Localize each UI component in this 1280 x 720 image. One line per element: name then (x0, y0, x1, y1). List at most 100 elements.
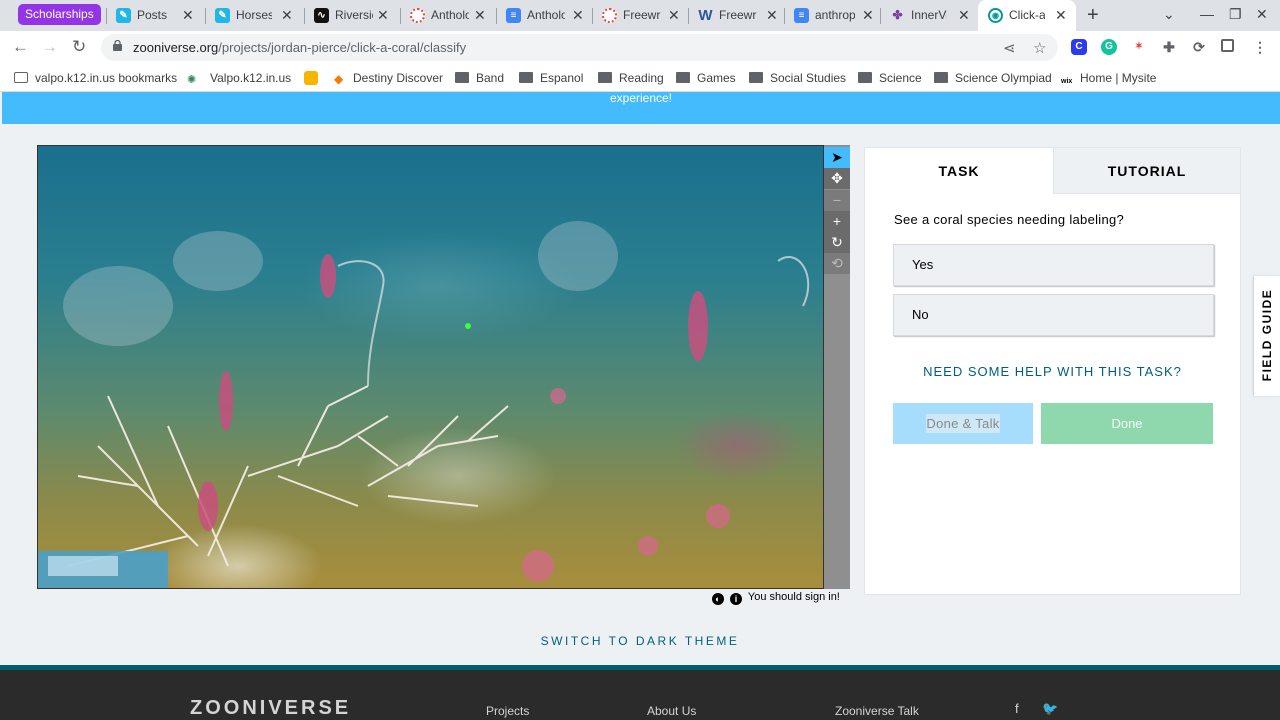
bookmark-folder[interactable]: Reading (598, 71, 664, 85)
extension-colors-icon[interactable]: ✶ (1131, 39, 1147, 55)
zooniverse-logo[interactable]: ZOONIVERSE (190, 697, 351, 720)
side-panel-icon[interactable] (1221, 39, 1234, 52)
url-text: zooniverse.org/projects/jordan-pierce/cl… (133, 40, 466, 55)
answer-no-button[interactable]: No (893, 294, 1214, 336)
done-button[interactable]: Done (1041, 403, 1213, 444)
browser-tab[interactable]: ∿ Riversic ✕ (304, 0, 400, 31)
menu-kebab-icon[interactable]: ⋮ (1252, 39, 1268, 55)
window-close-icon[interactable]: ✕ (1256, 6, 1268, 23)
announcement-banner: experience! (2, 92, 1280, 124)
tab-task[interactable]: TASK (865, 148, 1053, 194)
url-path: /projects/jordan-pierce/click-a-coral/cl… (218, 40, 467, 55)
footer-link-about[interactable]: About Us (647, 704, 696, 718)
tab-title: Antholo (431, 8, 469, 22)
sync-icon[interactable]: ⟳ (1191, 39, 1207, 55)
document-icon: ✎ (116, 8, 131, 23)
tab-title: Horses (236, 8, 272, 22)
browser-tab[interactable]: ≡ anthrop ✕ (784, 0, 880, 31)
new-tab-button[interactable]: + (1087, 4, 1099, 26)
bookmarks-bar: valpo.k12.in.us bookmarks ✺ Valpo.k12.in.… (0, 64, 1280, 92)
close-icon[interactable]: ✕ (474, 0, 486, 31)
bookmark-folder[interactable]: Social Studies (749, 71, 846, 85)
tab-title: Click-a (1009, 8, 1045, 22)
destiny-icon: ◆ (334, 72, 344, 86)
zoom-in-icon[interactable]: + (824, 211, 850, 232)
twitter-icon[interactable]: 🐦 (1042, 701, 1058, 717)
task-panel: TASK TUTORIAL See a coral species needin… (864, 147, 1241, 595)
zoom-out-icon[interactable]: − (824, 190, 850, 211)
folder-icon (858, 72, 872, 83)
browser-tab[interactable]: ✤ InnerVi ✕ (880, 0, 976, 31)
restore-icon[interactable]: ❐ (1229, 6, 1242, 23)
extension-c-icon[interactable]: C (1071, 39, 1087, 55)
bookmark-item[interactable]: ◆ Destiny Discover (334, 71, 443, 86)
bookmark-label: Science (879, 71, 922, 85)
browser-tab[interactable]: W Freewri ✕ (688, 0, 784, 31)
close-icon[interactable]: ✕ (572, 0, 584, 31)
answer-yes-button[interactable]: Yes (893, 244, 1214, 286)
reload-icon[interactable]: ↻ (72, 37, 86, 57)
browser-tab[interactable]: ✎ Horses ✕ (205, 0, 304, 31)
bookmark-label: valpo.k12.in.us bookmarks (35, 71, 178, 85)
bookmark-item[interactable]: valpo.k12.in.us bookmarks (14, 71, 177, 85)
docs-icon: ≡ (794, 8, 809, 23)
rotate-icon[interactable]: ↻ (824, 232, 850, 253)
tab-search-chevron-icon[interactable]: ⌄ (1163, 6, 1175, 23)
tab-group-scholarships[interactable]: Scholarships (18, 4, 101, 25)
bookmark-label: Social Studies (770, 71, 847, 85)
close-icon[interactable]: ✕ (281, 0, 293, 31)
footer-link-projects[interactable]: Projects (486, 704, 529, 718)
url-host: zooniverse.org (133, 40, 219, 55)
bookmark-folder[interactable]: Games (676, 71, 736, 85)
tab-separator (496, 8, 497, 24)
wave-icon: ∿ (314, 8, 329, 23)
close-icon[interactable]: ✕ (958, 0, 970, 31)
bookmark-item[interactable]: ✺ Valpo.k12.in.us (187, 71, 291, 86)
puzzle-icon[interactable]: ✚ (1161, 39, 1177, 55)
invert-contrast-icon[interactable]: ◐ (712, 593, 724, 605)
task-help-link[interactable]: NEED SOME HELP WITH THIS TASK? (865, 364, 1240, 379)
field-guide-tab[interactable]: FIELD GUIDE (1254, 276, 1280, 396)
info-icon[interactable]: i (730, 593, 743, 605)
close-icon[interactable]: ✕ (668, 0, 680, 31)
tab-separator (304, 8, 305, 24)
close-icon[interactable]: ✕ (862, 0, 874, 31)
close-icon[interactable]: ✕ (1055, 0, 1067, 31)
grammarly-icon[interactable]: G (1101, 39, 1117, 55)
bookmark-item[interactable]: wix Home | Mysite (1061, 71, 1156, 89)
browser-tab[interactable]: Freewri ✕ (592, 0, 688, 31)
minimize-icon[interactable]: — (1200, 6, 1214, 22)
back-arrow-icon[interactable]: ← (12, 37, 29, 57)
close-icon[interactable]: ✕ (377, 0, 389, 31)
done-and-talk-label: Done & Talk (926, 414, 1000, 433)
switch-theme-button[interactable]: SWITCH TO DARK THEME (0, 634, 1280, 648)
coral-scene-illustration (38, 221, 810, 588)
bookmark-item[interactable] (304, 71, 336, 87)
bookmark-folder[interactable]: Science (858, 71, 922, 85)
bookmark-label: Band (476, 71, 505, 85)
browser-tab[interactable]: ✎ Posts ✕ (106, 0, 205, 31)
facebook-icon[interactable]: f (1015, 701, 1019, 716)
bookmark-folder[interactable]: Espanol (519, 71, 583, 85)
subject-image[interactable] (37, 145, 824, 589)
lock-icon (113, 40, 122, 51)
close-icon[interactable]: ✕ (182, 0, 194, 31)
forward-arrow-icon[interactable]: → (41, 37, 58, 57)
zooniverse-icon: ◉ (988, 8, 1003, 23)
bookmark-folder[interactable]: Science Olympiad (934, 71, 1052, 85)
pointer-tool-icon[interactable]: ➤ (824, 147, 850, 168)
address-bar[interactable]: zooniverse.org/projects/jordan-pierce/cl… (101, 34, 1058, 61)
browser-tab-active[interactable]: ◉ Click-a ✕ (978, 0, 1076, 31)
close-icon[interactable]: ✕ (766, 0, 778, 31)
tab-tutorial[interactable]: TUTORIAL (1053, 148, 1240, 194)
browser-tab[interactable]: Antholo ✕ (400, 0, 496, 31)
pan-tool-icon[interactable]: ✥ (824, 168, 850, 189)
browser-tab[interactable]: ≡ Antholo ✕ (496, 0, 592, 31)
star-icon[interactable]: ☆ (1033, 39, 1046, 57)
folder-icon (455, 72, 469, 83)
done-and-talk-button[interactable]: Done & Talk (893, 403, 1033, 444)
footer-link-talk[interactable]: Zooniverse Talk (835, 704, 919, 718)
reset-icon[interactable]: ⟲ (824, 253, 850, 274)
bookmark-folder[interactable]: Band (455, 71, 504, 85)
share-icon[interactable]: ⋖ (1003, 39, 1016, 57)
